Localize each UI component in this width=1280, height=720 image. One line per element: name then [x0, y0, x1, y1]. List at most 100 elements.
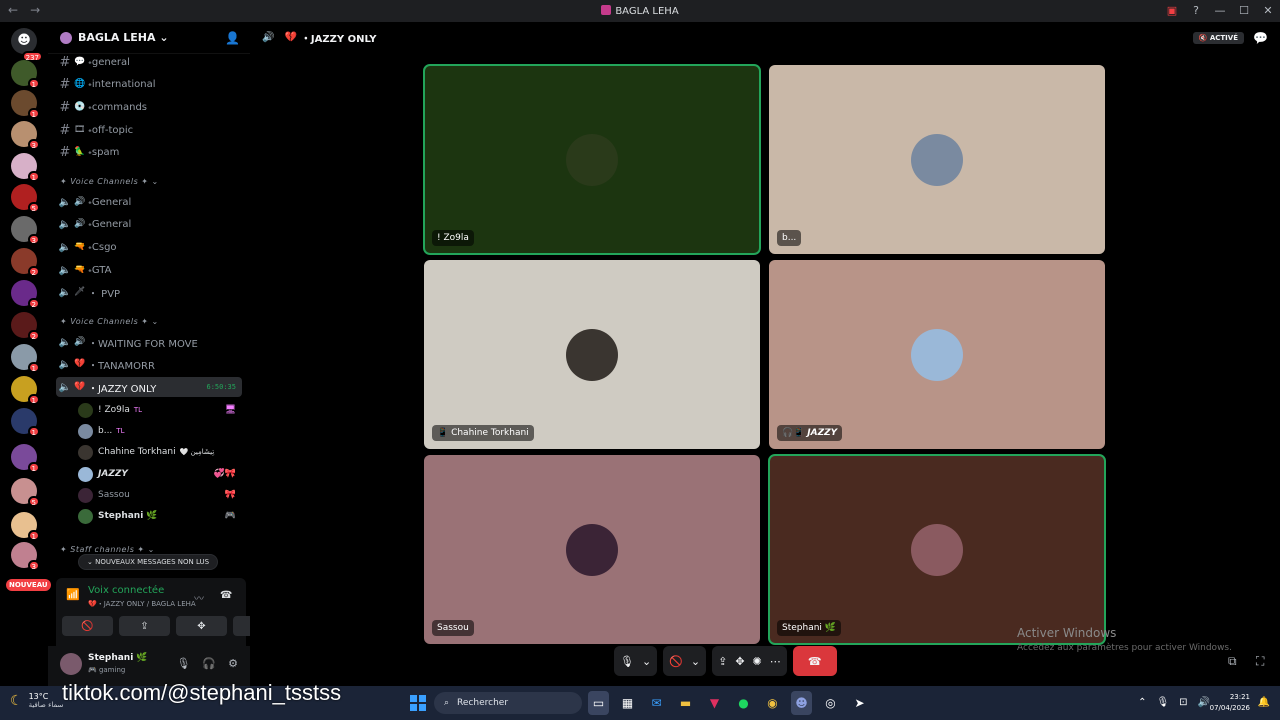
- microphone-icon[interactable]: 🎙: [176, 657, 190, 670]
- start-button[interactable]: [410, 695, 426, 711]
- server-icon-5[interactable]: 5: [11, 184, 40, 213]
- channel-off-topic[interactable]: # 🎞 ˖off-topic: [56, 120, 242, 140]
- avatar: [78, 402, 93, 418]
- help-icon[interactable]: ?: [1184, 0, 1208, 22]
- avatar[interactable]: [60, 653, 82, 675]
- call-timer: 6:50:35: [206, 383, 236, 391]
- settings-gear-icon[interactable]: ⚙: [228, 657, 238, 670]
- category-voice-channels[interactable]: ✦ Voice Channels ✦ ⌄: [60, 177, 159, 186]
- chevron-up-icon[interactable]: ⌃: [1138, 697, 1146, 708]
- fullscreen-icon[interactable]: ⛶: [1256, 654, 1264, 669]
- new-badge[interactable]: NOUVEAU: [6, 579, 51, 591]
- voice-status[interactable]: Voix connectée: [88, 585, 164, 596]
- screen-share-button[interactable]: ⇪: [119, 616, 170, 636]
- minimize-button[interactable]: —: [1208, 0, 1232, 22]
- chrome-icon[interactable]: ◉: [762, 691, 783, 715]
- microphone-toggle[interactable]: 🎙 ⌄: [614, 646, 658, 676]
- voice-channel-gta[interactable]: 🔈 🔫 ˖GTA: [56, 260, 242, 280]
- maximize-button[interactable]: ☐: [1232, 0, 1256, 22]
- call-area: 🔊 💔 ・JAZZY ONLY 🔇 ACTIVÉ 💬 ! Zo9la b... …: [250, 22, 1280, 686]
- network-icon[interactable]: ⊡: [1179, 697, 1187, 708]
- signal-icon[interactable]: 📶: [66, 588, 80, 601]
- server-header[interactable]: BAGLA LEHA ⌄ 👤: [48, 22, 250, 54]
- voice-user[interactable]: 𝙅𝘼𝙕𝙕𝙔 💞🎀: [78, 464, 242, 484]
- disconnect-button[interactable]: ☎: [792, 646, 837, 676]
- close-button[interactable]: ✕: [1256, 0, 1280, 22]
- server-icon-13[interactable]: 1: [11, 444, 40, 473]
- server-icon-6[interactable]: 3: [11, 216, 40, 245]
- category-staff-channels[interactable]: ✦ Staff channels ✦ ⌄: [60, 545, 155, 554]
- server-icon-15[interactable]: 1: [11, 512, 40, 541]
- server-badge: 1: [27, 462, 40, 473]
- activities-button[interactable]: ✥: [176, 616, 227, 636]
- voice-channel-info[interactable]: 💔・JAZZY ONLY / BAGLA LEHA: [88, 599, 196, 609]
- app-icon[interactable]: ▼: [704, 691, 725, 715]
- camera-toggle[interactable]: 🚫 ⌄: [663, 646, 707, 676]
- user-name[interactable]: Stephani 🌿: [88, 653, 148, 663]
- server-icon-2[interactable]: 1: [11, 90, 40, 119]
- channel-general[interactable]: # 💬 ˖general: [56, 52, 242, 72]
- noise-suppression-icon[interactable]: 〰: [194, 590, 204, 605]
- add-member-icon[interactable]: 👤: [225, 31, 240, 45]
- channel-commands[interactable]: # 💿 ˖commands: [56, 97, 242, 117]
- participant-tile[interactable]: ! Zo9la: [423, 64, 761, 255]
- discord-taskbar-icon[interactable]: ☻: [791, 691, 812, 715]
- direct-messages-button[interactable]: ☻ 237: [11, 28, 43, 62]
- app-icon[interactable]: ◎: [820, 691, 841, 715]
- participant-tile[interactable]: 🎧📱 𝙅𝘼𝙕𝙕𝙔: [769, 260, 1105, 449]
- voice-channel-tanamorr[interactable]: 🔈 💔 ・TANAMORR: [56, 354, 242, 374]
- clock[interactable]: 23:21 07/04/2026: [1210, 692, 1250, 714]
- voice-user[interactable]: Stephani 🌿 🎮: [78, 506, 242, 526]
- server-icon-10[interactable]: 1: [11, 344, 40, 373]
- voice-channel-jazzy-only[interactable]: 🔈 💔 ・JAZZY ONLY 6:50:35: [56, 377, 242, 397]
- calendar-app-icon[interactable]: ▦: [617, 691, 638, 715]
- server-icon-4[interactable]: 1: [11, 153, 40, 182]
- unread-messages-pill[interactable]: ⌄ NOUVEAUX MESSAGES NON LUS: [78, 554, 219, 570]
- voice-channel-general-1[interactable]: 🔈 🔊 ˖General: [56, 192, 242, 212]
- server-icon-9[interactable]: 2: [11, 312, 40, 341]
- notification-bell-icon[interactable]: 🔔: [1258, 697, 1270, 708]
- chat-bubble-icon[interactable]: 💬: [1253, 31, 1268, 45]
- participant-tile[interactable]: 📱 Chahine Torkhani: [424, 260, 760, 449]
- microphone-icon[interactable]: 🎙: [1156, 697, 1169, 708]
- voice-channel-general-2[interactable]: 🔈 🔊 ˖General: [56, 214, 242, 234]
- voice-user[interactable]: b... TL: [78, 421, 242, 441]
- pop-out-icon[interactable]: ⧉: [1228, 654, 1237, 669]
- outlook-icon[interactable]: ✉: [646, 691, 667, 715]
- headphones-icon[interactable]: 🎧: [202, 657, 216, 670]
- server-icon-7[interactable]: 2: [11, 248, 40, 277]
- channel-international[interactable]: # 🌐 ˖international: [56, 74, 242, 94]
- participant-tile[interactable]: b...: [769, 65, 1105, 254]
- taskbar-search[interactable]: ⌕ Rechercher: [434, 692, 582, 714]
- volume-icon[interactable]: 🔊: [1198, 697, 1210, 708]
- server-icon-14[interactable]: 5: [11, 478, 40, 507]
- category-label: ✦ Staff channels ✦: [60, 545, 145, 554]
- channel-spam[interactable]: # 🦜 ˖spam: [56, 142, 242, 162]
- activity-badge[interactable]: 🔇 ACTIVÉ: [1192, 32, 1244, 44]
- voice-user[interactable]: Chahine Torkhani 🤍 تِيشَامِين: [78, 442, 242, 462]
- server-icon-16[interactable]: 3: [11, 542, 40, 571]
- voice-channel-waiting[interactable]: 🔈 🔊 ・WAITING FOR MOVE: [56, 332, 242, 352]
- steam-icon[interactable]: ➤: [849, 691, 870, 715]
- camera-off-button[interactable]: 🚫: [62, 616, 113, 636]
- voice-channel-pvp[interactable]: 🔈 🗡 ・ PVP: [56, 282, 242, 302]
- inbox-icon[interactable]: ▣: [1160, 0, 1184, 22]
- voice-channel-csgo[interactable]: 🔈 🔫 ˖Csgo: [56, 237, 242, 257]
- disconnect-icon[interactable]: ☎: [220, 590, 232, 601]
- participant-tile[interactable]: Sassou: [424, 455, 760, 644]
- avatar: [566, 133, 618, 186]
- participant-tile[interactable]: Stephani 🌿: [768, 454, 1106, 645]
- server-icon-11[interactable]: 1: [11, 376, 40, 405]
- file-explorer-icon[interactable]: ▬: [675, 691, 696, 715]
- server-icon-1[interactable]: 1: [11, 60, 40, 89]
- spotify-icon[interactable]: ●: [733, 691, 754, 715]
- voice-user[interactable]: ! Zo9la TL 🖥: [78, 400, 242, 420]
- category-voice-channels-2[interactable]: ✦ Voice Channels ✦ ⌄: [60, 317, 159, 326]
- server-icon-8[interactable]: 2: [11, 280, 40, 309]
- activity-controls[interactable]: ⇪ ✥ ✺ ⋯: [712, 646, 787, 676]
- task-view-icon[interactable]: ▭: [588, 691, 609, 715]
- voice-user[interactable]: Sassou 🎀: [78, 485, 242, 505]
- server-icon-12[interactable]: 1: [11, 408, 40, 437]
- server-icon-3[interactable]: 3: [11, 121, 40, 150]
- weather-widget[interactable]: ☾ 13°C سماء صافية: [10, 692, 63, 709]
